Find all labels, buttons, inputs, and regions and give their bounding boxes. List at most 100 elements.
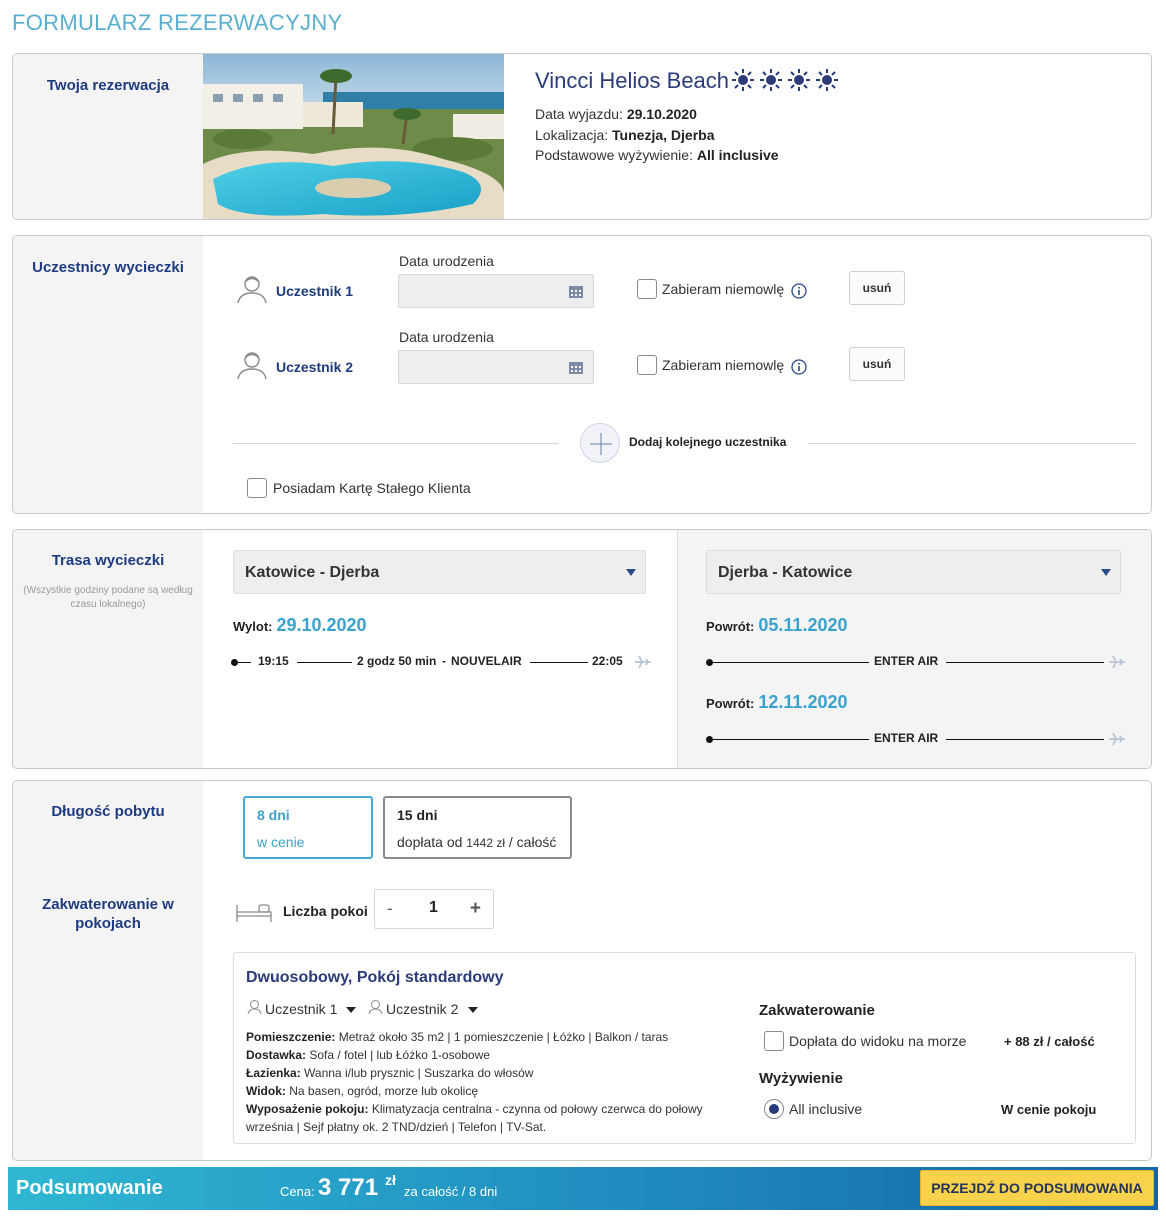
room-feature: Dostawka: Sofa / fotel | lub Łóżko 1-oso…: [246, 1046, 726, 1064]
birthdate-input-2[interactable]: [398, 350, 594, 384]
price-label: Cena:: [280, 1184, 315, 1199]
add-participant-button[interactable]: [580, 423, 620, 463]
calendar-icon[interactable]: [569, 284, 583, 298]
hotel-photo: [203, 54, 504, 219]
feature-value: Metraż około 35 m2 | 1 pomieszczenie | Ł…: [338, 1030, 669, 1044]
feature-label: Dostawka:: [246, 1048, 307, 1062]
chevron-down-icon[interactable]: [346, 1007, 356, 1013]
board-price: W cenie pokoju: [1001, 1102, 1097, 1117]
timeline-line: [946, 739, 1104, 740]
section-sidebar: [13, 781, 203, 1160]
timeline-line: [710, 739, 869, 740]
remove-participant-1-button[interactable]: usuń: [849, 271, 905, 305]
decrement-button[interactable]: -: [387, 899, 401, 919]
timeline-line: [946, 662, 1104, 663]
plane-icon: [635, 655, 651, 669]
timeline-line: [235, 662, 251, 663]
stay-length-label: Długość pobytu: [51, 803, 165, 820]
surcharge-label: dopłata od: [397, 834, 463, 850]
route-section: Trasa wycieczki (Wszystkie godziny podan…: [12, 529, 1152, 769]
hotel-name: Vincci Helios Beach: [535, 68, 730, 93]
route-note: (Wszystkie godziny podane są według czas…: [23, 585, 193, 610]
location-line: Lokalizacja: Tunezja, Djerba: [535, 127, 714, 143]
infant-checkbox-1[interactable]: [637, 279, 657, 299]
outbound-date: Wylot: 29.10.2020: [233, 615, 367, 636]
return-route-select[interactable]: Djerba - Katowice: [706, 550, 1121, 594]
duration-days: 15 dni: [397, 807, 438, 823]
board-heading: Wyżywienie: [759, 1070, 843, 1087]
outbound-separator: -: [442, 654, 446, 668]
location-value: Tunezja, Djerba: [612, 127, 715, 143]
duration-option-15[interactable]: 15 dni dopłata od 1442 zł / całość: [383, 796, 572, 859]
calendar-icon[interactable]: [569, 360, 583, 374]
board-line: Podstawowe wyżywienie: All inclusive: [535, 147, 779, 163]
duration-sub: w cenie: [257, 834, 305, 850]
hotel-stars: [731, 68, 839, 92]
reservation-label: Twoja rezerwacja: [46, 77, 170, 94]
sea-view-price: + 88 zł / całość: [1004, 1034, 1095, 1049]
route-label: Trasa wycieczki: [51, 552, 165, 569]
duration-option-8[interactable]: 8 dni w cenie: [243, 796, 373, 859]
outbound-dep-time: 19:15: [258, 654, 289, 668]
feature-value: Wanna i/lub prysznic | Suszarka do włosó…: [304, 1066, 534, 1080]
participant-1-name: Uczestnik 1: [276, 283, 354, 299]
stay-section: Długość pobytu Zakwaterowanie w pokojach…: [12, 780, 1152, 1161]
person-icon: [368, 1000, 383, 1015]
room-count-value[interactable]: 1: [429, 899, 438, 917]
infant-label-1: Zabieram niemowlę: [662, 281, 785, 297]
divider: [808, 443, 1136, 444]
return-option-1-date[interactable]: Powrót: 05.11.2020: [706, 615, 848, 636]
increment-button[interactable]: +: [470, 898, 481, 920]
rooms-label: Zakwaterowanie w pokojach: [42, 896, 174, 932]
timeline-line: [297, 662, 352, 663]
feature-label: Pomieszczenie:: [246, 1030, 336, 1044]
surcharge-suffix: / całość: [508, 834, 557, 850]
room-count-label: Liczba pokoi: [283, 903, 368, 919]
room-card: Dwuosobowy, Pokój standardowy Uczestnik …: [233, 952, 1136, 1144]
bed-icon: [236, 904, 272, 922]
outbound-route-select[interactable]: Katowice - Djerba: [233, 550, 646, 594]
divider: [233, 443, 558, 444]
room-feature: Pomieszczenie: Metraż około 35 m2 | 1 po…: [246, 1028, 726, 1046]
board-value: All inclusive: [696, 147, 779, 163]
return-airline: ENTER AIR: [874, 731, 939, 745]
summary-label: Podsumowanie: [16, 1177, 163, 1199]
sun-star-icon: [760, 69, 782, 91]
info-icon[interactable]: [791, 359, 807, 375]
info-icon[interactable]: [791, 283, 807, 299]
timeline-line: [530, 662, 588, 663]
go-to-summary-button[interactable]: PRZEJDŹ DO PODSUMOWANIA: [920, 1170, 1154, 1206]
return-option-2-date[interactable]: Powrót: 12.11.2020: [706, 692, 848, 713]
infant-label-2: Zabieram niemowlę: [662, 357, 785, 373]
chevron-down-icon[interactable]: [468, 1007, 478, 1013]
radio-selected-dot: [769, 1104, 779, 1114]
surcharge-amount: 1442 zł: [466, 836, 505, 850]
birthdate-input-1[interactable]: [398, 274, 594, 308]
sun-star-icon: [816, 69, 838, 91]
person-icon: [237, 352, 267, 380]
room-count-stepper: - 1 +: [374, 889, 494, 929]
page-title: FORMULARZ REZERWACYJNY: [12, 10, 343, 35]
participants-label: Uczestnicy wycieczki: [32, 259, 184, 276]
occupant-1-dropdown[interactable]: Uczestnik 1: [265, 1001, 337, 1017]
infant-checkbox-2[interactable]: [637, 355, 657, 375]
plane-icon: [1109, 732, 1125, 746]
sun-star-icon: [788, 69, 810, 91]
feature-value: Na basen, ogród, morze lub okolicę: [289, 1084, 479, 1098]
plane-icon: [1109, 655, 1125, 669]
sea-view-label: Dopłata do widoku na morze: [789, 1033, 967, 1049]
loyalty-card-checkbox[interactable]: [247, 478, 267, 498]
feature-label: Łazienka:: [246, 1066, 301, 1080]
add-participant-label[interactable]: Dodaj kolejnego uczestnika: [629, 435, 786, 449]
plus-icon: [590, 433, 612, 455]
all-inclusive-radio[interactable]: [764, 1099, 784, 1119]
feature-label: Wyposażenie pokoju:: [246, 1102, 369, 1116]
outbound-duration: 2 godz 50 min: [357, 654, 437, 668]
room-title: Dwuosobowy, Pokój standardowy: [246, 969, 504, 986]
price-value: 3 771: [318, 1174, 379, 1201]
outbound-arr-time: 22:05: [592, 654, 623, 668]
birthdate-label: Data urodzenia: [399, 329, 494, 345]
sea-view-checkbox[interactable]: [764, 1031, 784, 1051]
remove-participant-2-button[interactable]: usuń: [849, 347, 905, 381]
occupant-2-dropdown[interactable]: Uczestnik 2: [386, 1001, 458, 1017]
